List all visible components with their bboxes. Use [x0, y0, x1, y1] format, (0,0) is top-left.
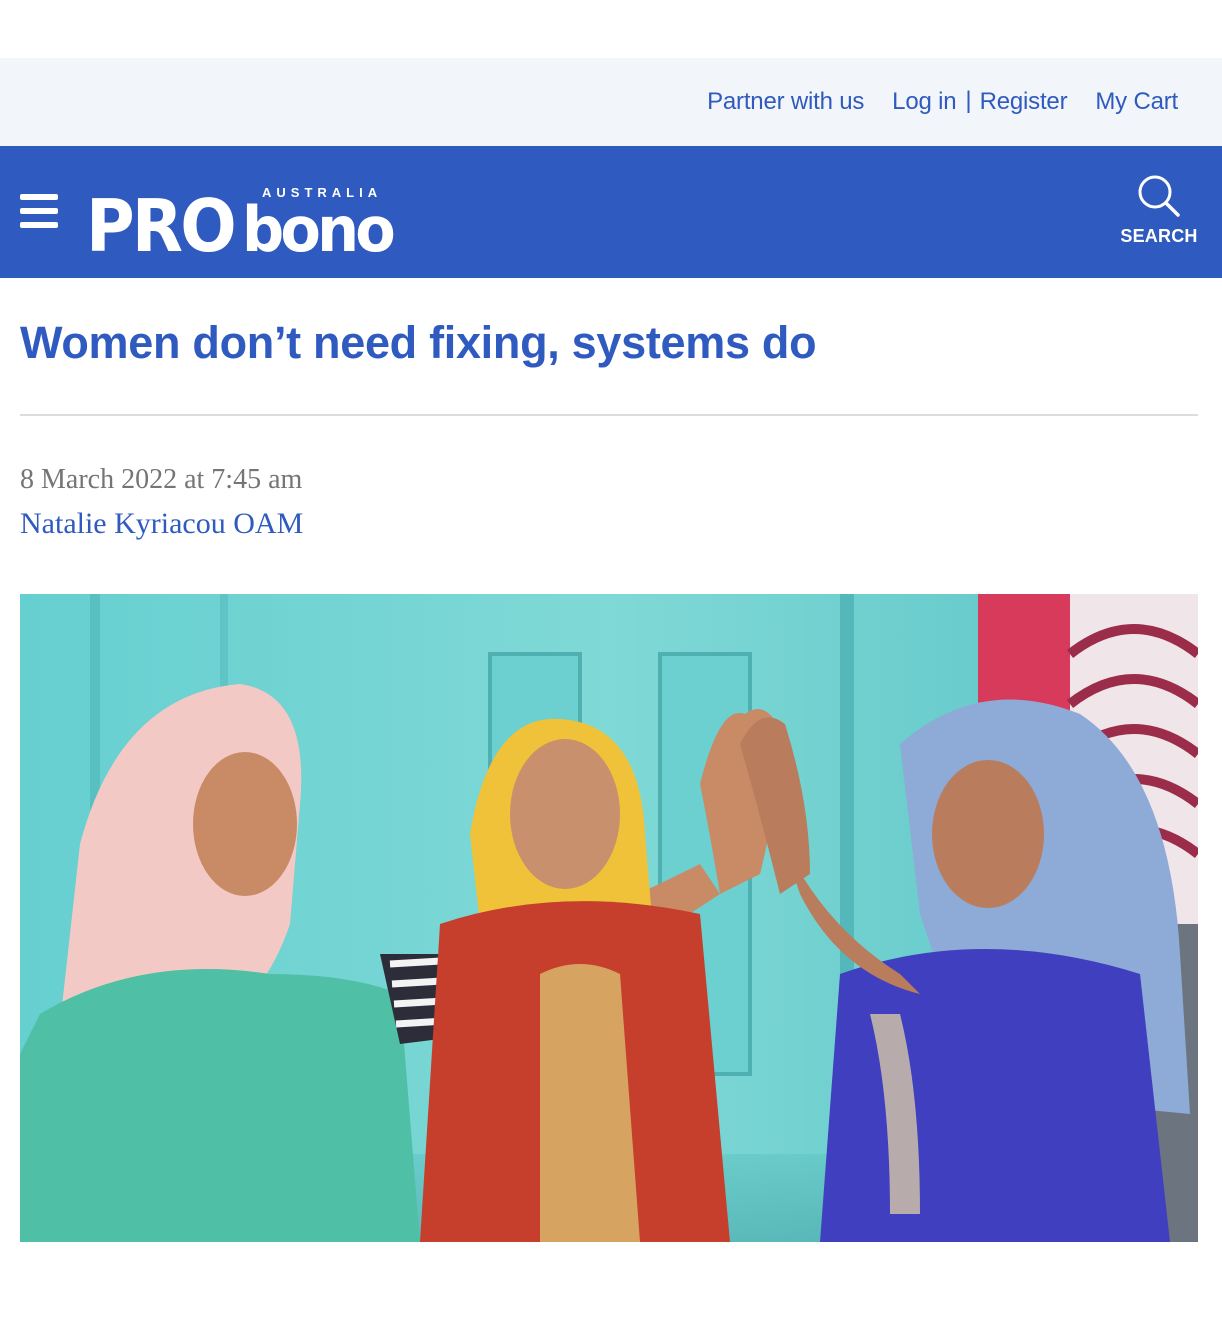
- article-title: Women don’t need fixing, systems do: [20, 317, 817, 368]
- author-link[interactable]: Natalie Kyriacou OAM: [20, 506, 303, 542]
- partner-link[interactable]: Partner with us: [707, 88, 864, 116]
- register-link[interactable]: Register: [980, 88, 1068, 116]
- title-divider: [20, 414, 1198, 416]
- pro-bono-logo[interactable]: AUSTRALIA PRO bono: [86, 180, 396, 256]
- login-register-separator: |: [965, 87, 972, 114]
- logo-word-pro: PRO: [86, 184, 234, 256]
- hamburger-menu-icon[interactable]: [20, 194, 58, 228]
- search-icon: [1138, 175, 1180, 217]
- search-button[interactable]: SEARCH: [1120, 174, 1198, 247]
- top-spacer: [0, 0, 1222, 58]
- logo-word-bono: bono: [242, 193, 393, 256]
- article: Women don’t need fixing, systems do 8 Ma…: [0, 316, 1222, 1242]
- site-header: AUSTRALIA PRO bono SEARCH: [0, 146, 1222, 278]
- cart-link[interactable]: My Cart: [1095, 88, 1178, 116]
- utility-nav: Partner with us Log in | Register My Car…: [0, 58, 1222, 146]
- hero-image: [20, 594, 1198, 1242]
- login-link[interactable]: Log in: [892, 88, 956, 116]
- article-date: 8 March 2022 at 7:45 am: [20, 464, 303, 495]
- search-label: SEARCH: [1120, 226, 1198, 246]
